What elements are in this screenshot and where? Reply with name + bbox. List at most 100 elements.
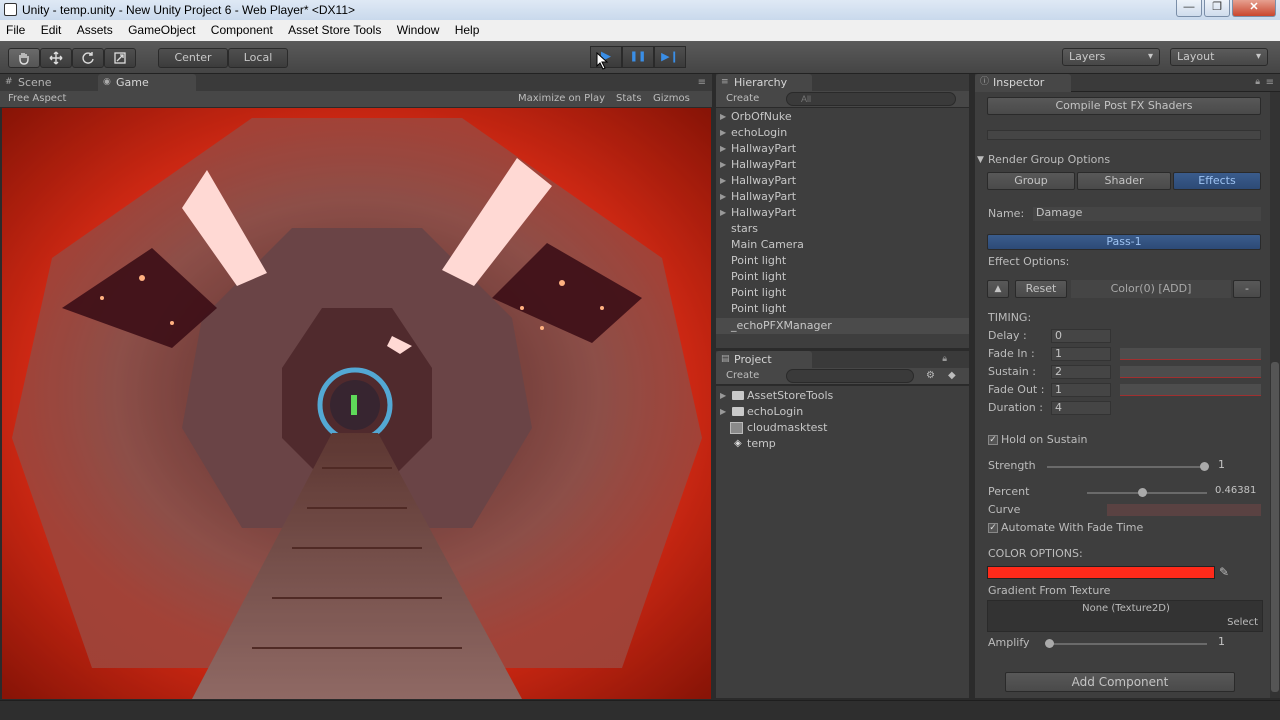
hierarchy-item[interactable]: Point light <box>716 269 969 285</box>
menu-file[interactable]: File <box>0 20 31 41</box>
hierarchy-item[interactable]: ▶ HallwayPart <box>716 189 969 205</box>
hierarchy-item-selected[interactable]: _echoPFXManager <box>716 318 969 334</box>
expand-arrow-icon[interactable]: ▶ <box>720 141 726 157</box>
percent-slider[interactable] <box>1087 492 1207 494</box>
strength-field[interactable]: 1 <box>1215 459 1261 473</box>
foldout-arrow-icon[interactable]: ▼ <box>977 153 984 167</box>
amplify-slider[interactable] <box>1047 643 1207 645</box>
hierarchy-create-dropdown[interactable]: Create <box>726 91 759 107</box>
project-search-input[interactable] <box>786 369 914 383</box>
stats-toggle[interactable]: Stats <box>616 91 642 107</box>
expand-arrow-icon[interactable]: ▶ <box>720 109 726 125</box>
strength-slider-knob[interactable] <box>1200 462 1209 471</box>
move-tool-button[interactable] <box>40 48 72 68</box>
duration-field[interactable]: 4 <box>1051 401 1111 415</box>
tab-group[interactable]: Group <box>987 172 1075 190</box>
maximize-on-play-toggle[interactable]: Maximize on Play <box>518 91 605 107</box>
tab-shader[interactable]: Shader <box>1077 172 1171 190</box>
hierarchy-item[interactable]: ▶ HallwayPart <box>716 157 969 173</box>
menu-help[interactable]: Help <box>449 20 486 41</box>
strength-slider[interactable] <box>1047 466 1207 468</box>
scale-tool-button[interactable] <box>104 48 136 68</box>
menu-asset-store-tools[interactable]: Asset Store Tools <box>282 20 387 41</box>
expand-arrow-icon[interactable]: ▶ <box>720 173 726 189</box>
menu-assets[interactable]: Assets <box>71 20 119 41</box>
list-item[interactable]: ▶ echoLogin <box>716 404 969 420</box>
expand-arrow-icon[interactable]: ▶ <box>720 157 726 173</box>
hierarchy-item[interactable]: ▶ HallwayPart <box>716 141 969 157</box>
lock-icon[interactable]: 🔒︎ <box>1255 77 1260 87</box>
lock-icon[interactable]: 🔒︎ <box>942 354 947 364</box>
compile-shaders-button[interactable]: Compile Post FX Shaders <box>987 97 1261 115</box>
pivot-local-button[interactable]: Local <box>228 48 288 68</box>
filter-type-icon[interactable]: ⚙ <box>926 368 935 384</box>
project-create-dropdown[interactable]: Create <box>726 368 759 384</box>
percent-field[interactable]: 0.46381 <box>1212 485 1264 499</box>
hierarchy-item[interactable]: ▶ OrbOfNuke <box>716 109 969 125</box>
color-swatch[interactable] <box>987 566 1215 579</box>
menu-gameobject[interactable]: GameObject <box>122 20 201 41</box>
layers-dropdown[interactable]: Layers <box>1062 48 1160 66</box>
automate-checkbox[interactable]: ✓ <box>988 523 998 533</box>
delay-field[interactable]: 0 <box>1051 329 1111 343</box>
expand-arrow-icon[interactable]: ▶ <box>720 388 726 404</box>
inspector-scrollbar[interactable] <box>1270 92 1280 698</box>
expand-arrow-icon[interactable]: ▶ <box>720 404 726 420</box>
list-item[interactable]: ▶ AssetStoreTools <box>716 388 969 404</box>
texture-slot[interactable]: None (Texture2D) Select <box>987 600 1263 632</box>
list-item[interactable]: cloudmasktest <box>716 420 969 436</box>
hold-on-sustain-checkbox[interactable]: ✓ <box>988 435 998 445</box>
move-up-button[interactable]: ▲ <box>987 280 1009 298</box>
hand-tool-button[interactable] <box>8 48 40 68</box>
render-group-foldout[interactable]: Render Group Options <box>988 153 1110 167</box>
layout-dropdown[interactable]: Layout <box>1170 48 1268 66</box>
fade-out-field[interactable]: 1 <box>1051 383 1111 397</box>
expand-arrow-icon[interactable]: ▶ <box>720 125 726 141</box>
texture-select-button[interactable]: Select <box>1227 616 1258 630</box>
tab-inspector[interactable]: ⓘ Inspector <box>975 74 1071 92</box>
close-button[interactable]: ✕ <box>1232 0 1276 17</box>
name-field[interactable]: Damage <box>1033 207 1261 221</box>
maximize-button[interactable]: ❐ <box>1204 0 1230 17</box>
game-viewport[interactable] <box>2 108 711 699</box>
reset-button[interactable]: Reset <box>1015 280 1067 298</box>
amplify-field[interactable]: 1 <box>1215 636 1261 650</box>
filter-label-icon[interactable]: ◆ <box>948 368 956 384</box>
menu-component[interactable]: Component <box>205 20 279 41</box>
expand-arrow-icon[interactable]: ▶ <box>720 205 726 221</box>
panel-menu-icon[interactable]: ≡ <box>698 74 706 92</box>
pass-button[interactable]: Pass-1 <box>987 234 1261 250</box>
tab-project[interactable]: ▤ Project <box>716 351 812 369</box>
amplify-slider-knob[interactable] <box>1045 639 1054 648</box>
sustain-field[interactable]: 2 <box>1051 365 1111 379</box>
aspect-dropdown[interactable]: Free Aspect <box>8 91 66 107</box>
hierarchy-item[interactable]: Point light <box>716 253 969 269</box>
tab-scene[interactable]: # Scene <box>0 74 60 92</box>
expand-arrow-icon[interactable]: ▶ <box>720 189 726 205</box>
pivot-center-button[interactable]: Center <box>158 48 228 68</box>
hierarchy-item[interactable]: Point light <box>716 301 969 317</box>
hierarchy-item[interactable]: stars <box>716 221 969 237</box>
hierarchy-item[interactable]: ▶ HallwayPart <box>716 173 969 189</box>
inspector-scrollbar-thumb[interactable] <box>1271 362 1279 692</box>
remove-effect-button[interactable]: - <box>1233 280 1261 298</box>
minimize-button[interactable]: — <box>1176 0 1202 17</box>
tab-effects[interactable]: Effects <box>1173 172 1261 190</box>
hierarchy-item[interactable]: Point light <box>716 285 969 301</box>
add-component-button[interactable]: Add Component <box>1005 672 1235 692</box>
curve-field[interactable] <box>1107 504 1261 516</box>
hierarchy-item[interactable]: ▶ HallwayPart <box>716 205 969 221</box>
tab-game[interactable]: ◉ Game <box>98 74 196 92</box>
fade-in-field[interactable]: 1 <box>1051 347 1111 361</box>
percent-slider-knob[interactable] <box>1138 488 1147 497</box>
hierarchy-item[interactable]: Main Camera <box>716 237 969 253</box>
eyedropper-icon[interactable]: ✎ <box>1219 565 1229 579</box>
step-button[interactable]: ▶❙ <box>654 46 686 68</box>
list-item[interactable]: ◈ temp <box>716 436 969 452</box>
rotate-tool-button[interactable] <box>72 48 104 68</box>
menu-edit[interactable]: Edit <box>35 20 68 41</box>
panel-menu-icon[interactable]: ≡ <box>1266 74 1274 92</box>
tab-hierarchy[interactable]: ≡ Hierarchy <box>716 74 812 92</box>
gizmos-dropdown[interactable]: Gizmos <box>653 91 690 107</box>
hierarchy-item[interactable]: ▶ echoLogin <box>716 125 969 141</box>
